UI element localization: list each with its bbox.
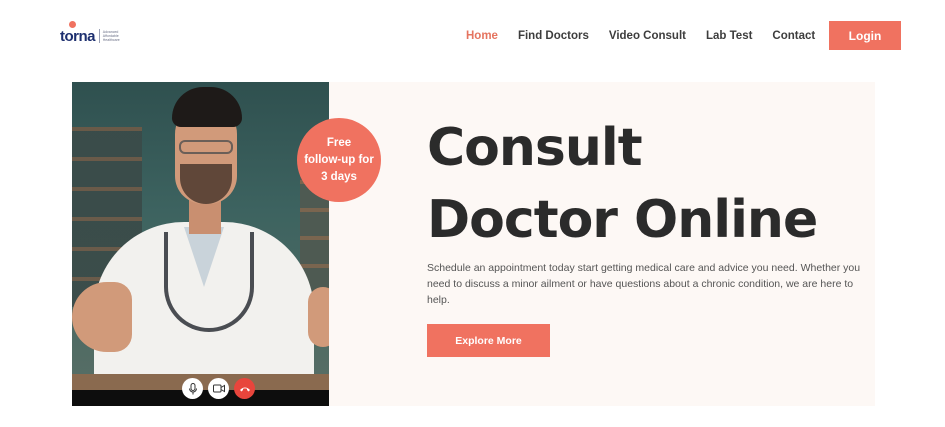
hero-title-line1: Consult [427,112,643,184]
badge-line: 3 days [321,170,357,183]
doctor-video-image [72,82,329,406]
logo-tagline: Advanced Affordable Healthcare [103,30,120,42]
end-call-icon[interactable] [234,378,255,399]
nav-home[interactable]: Home [466,30,498,42]
badge-line: follow-up for [304,153,374,166]
hero-title-highlight: Doctor [427,184,618,256]
hero-description: Schedule an appointment today start gett… [427,262,861,306]
logo-mark-icon [69,21,76,28]
main-nav: Home Find Doctors Video Consult Lab Test… [466,30,835,42]
photo-glasses [179,140,233,154]
photo-hand [308,287,329,347]
nav-lab-test[interactable]: Lab Test [706,30,752,42]
free-follow-up-badge: Free follow-up for 3 days [297,118,381,202]
photo-stethoscope [164,232,254,332]
logo-divider [99,29,100,43]
video-camera-icon[interactable] [208,378,229,399]
nav-video-consult[interactable]: Video Consult [609,30,686,42]
hero-title: Consult Doctor Online [427,112,818,256]
microphone-icon[interactable] [182,378,203,399]
logo-tagline-line: Healthcare [102,38,120,42]
call-controls [182,378,255,399]
site-header: torna Advanced Affordable Healthcare Hom… [0,0,945,72]
nav-contact[interactable]: Contact [772,30,815,42]
login-button[interactable]: Login [829,21,901,50]
nav-find-doctors[interactable]: Find Doctors [518,30,589,42]
brand-logo[interactable]: torna Advanced Affordable Healthcare [60,21,120,47]
hero-section: Free follow-up for 3 days Consult Doctor… [72,82,875,406]
explore-more-button[interactable]: Explore More [427,324,550,357]
hero-title-rest: Online [616,190,818,250]
badge-line: Free [326,136,352,149]
logo-text: torna [60,27,96,45]
